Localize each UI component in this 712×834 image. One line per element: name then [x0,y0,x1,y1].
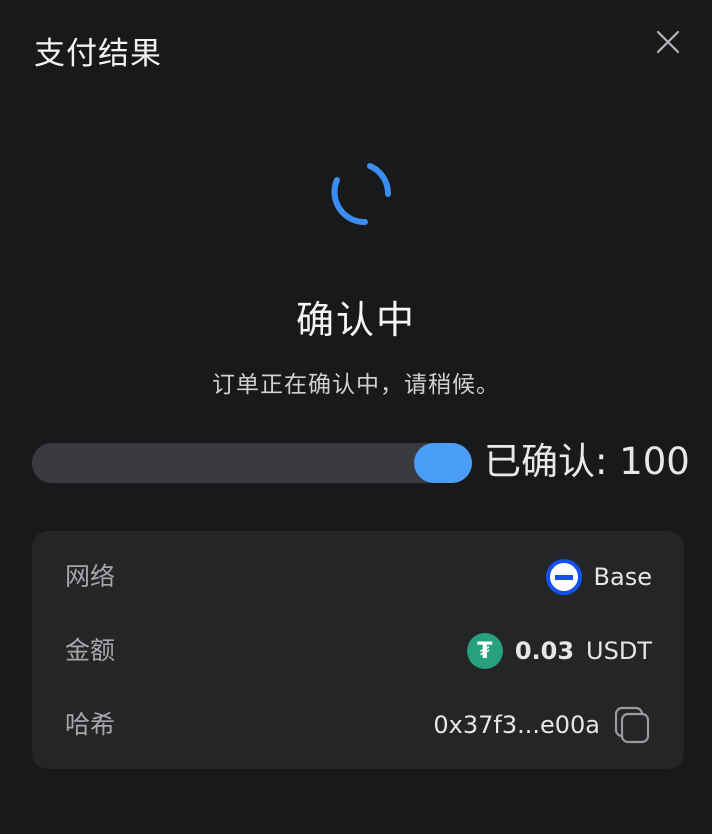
modal-title: 支付结果 [34,36,162,72]
amount-label: 金额 [65,636,116,665]
amount-unit: USDT [586,637,652,665]
hash-value-group: 0x37f3...e00a [433,705,652,745]
status-description: 订单正在确认中，请稍候。 [212,372,500,398]
base-network-icon [545,559,582,595]
network-label: 网络 [65,562,116,591]
usdt-icon: ₮ [466,633,503,669]
hash-value: 0x37f3...e00a [433,711,600,739]
copy-icon[interactable] [612,705,652,745]
payment-result-modal: 支付结果 确认中 订单正在确认中，请稍候。 已确认: 100 网络 Base 金… [0,0,712,834]
confirmation-progress: 已确认: 100 [32,440,692,483]
amount-value: 0.03 [514,637,575,665]
close-icon [656,30,680,54]
amount-value-group: ₮ 0.03 USDT [466,631,652,671]
hash-label: 哈希 [65,710,116,739]
progress-track [32,443,472,483]
confirmation-count: 已确认: 100 [484,440,690,483]
network-value: Base [593,563,652,591]
detail-row-amount: 金额 ₮ 0.03 USDT [32,631,684,671]
network-value-group: Base [545,557,652,597]
detail-row-network: 网络 Base [32,557,684,597]
progress-thumb [414,443,472,483]
payment-details-panel: 网络 Base 金额 ₮ 0.03 USDT 哈希 0x37f3...e00a [32,531,684,769]
close-button[interactable] [650,24,686,60]
detail-row-hash: 哈希 0x37f3...e00a [32,705,684,745]
progress-fill [32,443,443,483]
loading-spinner-icon [331,163,392,226]
status-title: 确认中 [295,298,416,342]
